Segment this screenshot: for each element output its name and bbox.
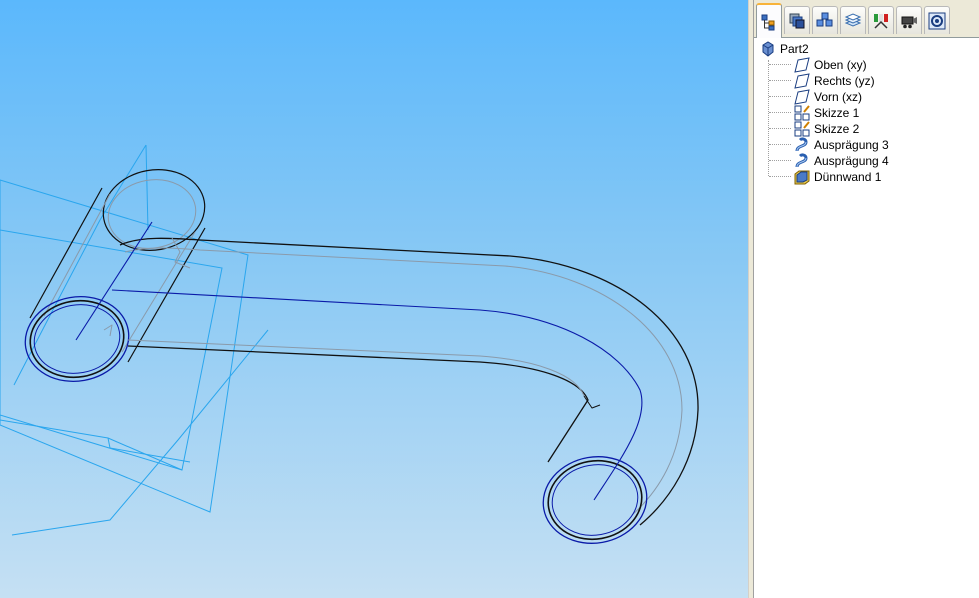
tree-connector <box>768 60 769 176</box>
tree-root-part[interactable]: Part2 <box>760 41 809 57</box>
plane-icon <box>794 89 810 105</box>
sweep-icon <box>795 153 808 168</box>
tree-connector <box>769 144 791 145</box>
tree-item-label: Vorn (xz) <box>814 90 863 104</box>
layers-icon <box>789 13 805 28</box>
tab-sheets[interactable] <box>840 6 866 34</box>
part-icon <box>762 41 774 57</box>
sheets-icon <box>844 12 862 27</box>
pipe-body <box>24 169 699 544</box>
feature-tree: Part2 Oben (xy) Rechts (yz) Vorn (xz) Sk… <box>754 40 979 598</box>
tree-item-label: Rechts (yz) <box>814 74 875 88</box>
plane-icon <box>794 57 810 73</box>
tree-item-duennwand-1[interactable]: Dünnwand 1 <box>794 169 881 185</box>
plane-oben <box>0 179 249 513</box>
tree-item-label: Skizze 1 <box>814 106 860 120</box>
3d-viewport[interactable] <box>0 0 748 598</box>
tree-item-label: Skizze 2 <box>814 122 860 136</box>
tree-item-label: Oben (xy) <box>814 58 867 72</box>
sketch-icon <box>794 105 810 121</box>
tab-camera[interactable] <box>896 6 922 34</box>
feature-panel: Part2 Oben (xy) Rechts (yz) Vorn (xz) Sk… <box>754 0 979 598</box>
tab-material[interactable] <box>868 6 894 34</box>
tree-connector <box>769 96 791 97</box>
tree-item-auspraegung-3[interactable]: Ausprägung 3 <box>794 137 889 153</box>
tree-item-auspraegung-4[interactable]: Ausprägung 4 <box>794 153 889 169</box>
tree-connector <box>769 112 791 113</box>
tree-item-skizze-2[interactable]: Skizze 2 <box>794 121 859 137</box>
tree-item-label: Ausprägung 3 <box>814 138 889 152</box>
tree-connector <box>769 176 791 177</box>
plane-icon <box>794 73 810 89</box>
tree-item-skizze-1[interactable]: Skizze 1 <box>794 105 859 121</box>
tree-connector <box>769 128 791 129</box>
tree-item-rechts[interactable]: Rechts (yz) <box>794 73 875 89</box>
tree-connector <box>769 160 791 161</box>
plane-vorn <box>11 329 269 536</box>
sweep-icon <box>795 137 808 152</box>
tree-item-label: Dünnwand 1 <box>814 170 882 184</box>
tree-connector <box>769 80 791 81</box>
tree-root-label: Part2 <box>780 42 809 56</box>
tree-item-oben[interactable]: Oben (xy) <box>794 57 867 73</box>
tree-connector <box>769 64 791 65</box>
material-icon <box>874 13 888 29</box>
camera-icon <box>901 16 917 28</box>
tab-settings[interactable] <box>924 6 950 34</box>
model-wireframe <box>0 144 699 544</box>
settings-icon <box>928 12 946 29</box>
assembly-icon <box>816 12 833 26</box>
sketch-icon <box>794 121 810 137</box>
tree-item-label: Ausprägung 4 <box>814 154 889 168</box>
feature-tree-icon <box>761 14 775 30</box>
tree-item-vorn[interactable]: Vorn (xz) <box>794 89 862 105</box>
tab-assembly[interactable] <box>812 6 838 34</box>
panel-tabbar <box>754 0 979 38</box>
tab-layers[interactable] <box>784 6 810 34</box>
shell-icon <box>794 170 810 185</box>
tab-feature-tree[interactable] <box>756 3 782 38</box>
